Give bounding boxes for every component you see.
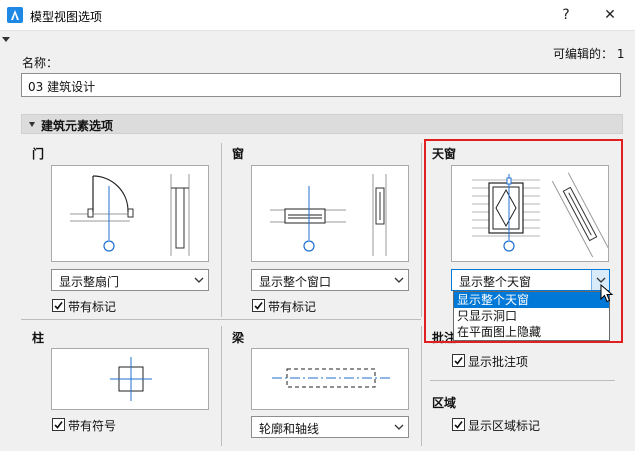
window-marker-checkbox[interactable] <box>252 299 265 312</box>
divider <box>221 326 222 446</box>
section-header[interactable]: 建筑元素选项 <box>21 114 623 134</box>
divider <box>221 143 222 317</box>
door-marker-checkbox[interactable] <box>52 299 65 312</box>
column-preview <box>51 348 209 410</box>
window-marker-label: 带有标记 <box>268 300 317 314</box>
collapse-caret-icon[interactable] <box>29 122 35 127</box>
title-bar: 模型视图选项 ? ✕ <box>0 0 635 31</box>
chevron-down-icon[interactable] <box>390 417 408 437</box>
beam-display-dropdown[interactable]: 轮廓和轴线 <box>251 416 409 438</box>
chevron-down-icon[interactable] <box>190 270 208 290</box>
close-button[interactable]: ✕ <box>598 3 622 27</box>
divider <box>430 380 615 381</box>
window-title: 模型视图选项 <box>30 10 103 24</box>
column-symbol-checkbox[interactable] <box>52 418 65 431</box>
app-logo-icon <box>7 7 23 23</box>
divider <box>421 326 422 446</box>
door-preview <box>51 165 209 262</box>
highlight-frame <box>424 139 623 343</box>
divider <box>21 319 421 320</box>
window-display-dropdown[interactable]: 显示整个窗口 <box>251 269 409 291</box>
window-group-title: 窗 <box>232 147 245 161</box>
chevron-down-icon[interactable] <box>390 270 408 290</box>
name-label: 名称： <box>22 56 59 70</box>
window-dropdown-value: 显示整个窗口 <box>259 275 332 289</box>
column-symbol-label: 带有符号 <box>68 419 117 433</box>
door-title: 门 <box>32 147 45 161</box>
section-title: 建筑元素选项 <box>41 119 114 133</box>
door-marker-label: 带有标记 <box>68 300 117 314</box>
door-display-dropdown[interactable]: 显示整扇门 <box>51 269 209 291</box>
annotation-label: 显示批注项 <box>468 355 529 369</box>
zone-marker-label: 显示区域标记 <box>468 419 541 433</box>
zone-title: 区域 <box>432 396 457 410</box>
zone-marker-checkbox[interactable] <box>452 418 465 431</box>
window-preview <box>251 165 409 262</box>
beam-dropdown-value: 轮廓和轴线 <box>259 422 320 436</box>
door-dropdown-value: 显示整扇门 <box>59 275 120 289</box>
name-input[interactable]: 03 建筑设计 <box>21 73 621 97</box>
divider <box>421 143 422 317</box>
editable-count: 可编辑的： 1 <box>553 47 625 61</box>
beam-title: 梁 <box>232 331 245 345</box>
annotation-checkbox[interactable] <box>452 354 465 367</box>
options-menu-caret-icon[interactable] <box>2 37 10 42</box>
beam-preview <box>251 348 409 410</box>
column-title: 柱 <box>32 331 45 345</box>
help-button[interactable]: ? <box>555 3 577 27</box>
